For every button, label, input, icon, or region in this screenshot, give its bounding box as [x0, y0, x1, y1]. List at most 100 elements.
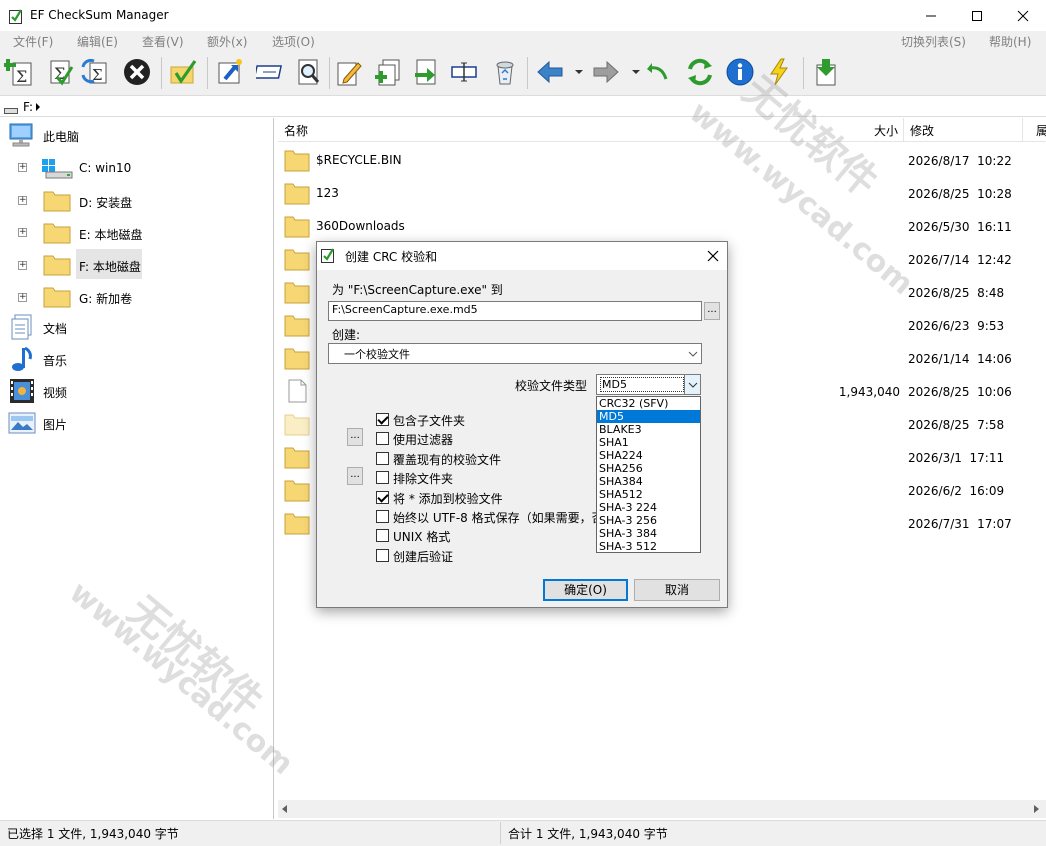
verify-checksum-button[interactable]: Σ [44, 56, 76, 88]
tree-item-music[interactable]: 音乐 [43, 352, 67, 369]
download-button[interactable] [810, 56, 842, 88]
file-name[interactable]: $RECYCLE.BIN [316, 153, 402, 167]
create-mode-select[interactable]: 一个校验文件 [328, 343, 702, 364]
hash-type-option[interactable]: SHA256 [597, 462, 700, 475]
menu-toggle-list[interactable]: 切换列表(S) [901, 33, 966, 50]
forward-dropdown-icon[interactable] [632, 70, 640, 74]
back-dropdown-icon[interactable] [575, 70, 583, 74]
option-label[interactable]: 排除文件夹 [393, 470, 453, 487]
tree-item-pictures[interactable]: 图片 [43, 416, 67, 433]
quick-check-button[interactable] [763, 56, 795, 88]
open-button[interactable] [214, 56, 246, 88]
hash-type-option[interactable]: MD5 [597, 410, 700, 423]
tree-expander[interactable]: + [18, 228, 27, 237]
option-checkbox[interactable] [376, 510, 389, 523]
back-button[interactable] [534, 56, 566, 88]
option-checkbox[interactable] [376, 549, 389, 562]
check-all-button[interactable] [167, 56, 199, 88]
menu-help[interactable]: 帮助(H) [989, 33, 1031, 50]
option-checkbox[interactable] [376, 491, 389, 504]
delete-button[interactable] [489, 56, 521, 88]
menu-view[interactable]: 查看(V) [142, 33, 184, 50]
hash-type-dropdown-button[interactable] [684, 375, 700, 394]
dialog-close-button[interactable] [704, 247, 722, 265]
hash-type-option[interactable]: CRC32 (SFV) [597, 397, 700, 410]
find-button[interactable] [292, 56, 324, 88]
edit-button[interactable] [333, 56, 365, 88]
tree-item-drive-g[interactable]: G: 新加卷 [79, 290, 132, 307]
option-label[interactable]: 覆盖现有的校验文件 [393, 451, 501, 468]
file-name[interactable]: 360Downloads [316, 219, 405, 233]
move-button[interactable] [410, 56, 442, 88]
tree-item-documents[interactable]: 文档 [43, 320, 67, 337]
close-window-button[interactable] [1000, 0, 1046, 31]
option-label[interactable]: 创建后验证 [393, 548, 453, 565]
browse-target-button[interactable]: ... [704, 302, 720, 320]
info-button[interactable] [724, 56, 756, 88]
tree-item-drive-d[interactable]: D: 安装盘 [79, 194, 132, 211]
add-file-button[interactable] [372, 56, 404, 88]
horizontal-scrollbar[interactable] [278, 800, 1046, 818]
properties-button[interactable] [448, 56, 480, 88]
option-label[interactable]: 包含子文件夹 [393, 412, 465, 429]
address-path[interactable]: F: [23, 100, 33, 114]
rename-button[interactable] [255, 56, 287, 88]
hash-type-option[interactable]: SHA224 [597, 449, 700, 462]
create-mode-dropdown-button[interactable] [684, 344, 701, 363]
hash-type-option[interactable]: SHA-3 512 [597, 540, 700, 553]
option-checkbox[interactable] [376, 471, 389, 484]
ok-button[interactable]: 确定(O) [543, 579, 628, 601]
option-checkbox[interactable] [376, 452, 389, 465]
column-header-size[interactable]: 大小 [874, 122, 898, 139]
stop-button[interactable] [121, 56, 153, 88]
hash-type-option[interactable]: SHA-3 256 [597, 514, 700, 527]
cancel-button[interactable]: 取消 [634, 579, 720, 601]
option-label[interactable]: 将 * 添加到校验文件 [393, 490, 503, 507]
menu-options[interactable]: 选项(O) [272, 33, 315, 50]
tree-item-this-pc[interactable]: 此电脑 [43, 128, 79, 145]
create-checksum-button[interactable]: Σ [3, 56, 35, 88]
menu-file[interactable]: 文件(F) [13, 33, 53, 50]
tree-item-videos[interactable]: 视频 [43, 384, 67, 401]
option-checkbox[interactable] [376, 432, 389, 445]
tree-item-drive-c[interactable]: C: win10 [79, 161, 131, 175]
column-divider[interactable] [903, 118, 904, 142]
hash-type-option[interactable]: SHA-3 224 [597, 501, 700, 514]
hash-type-option[interactable]: BLAKE3 [597, 423, 700, 436]
option-label[interactable]: 始终以 UTF-8 格式保存（如果需要，否 [393, 509, 596, 526]
up-button[interactable] [643, 56, 675, 88]
column-divider[interactable] [1022, 118, 1023, 142]
tree-item-drive-f[interactable]: F: 本地磁盘 [79, 258, 141, 275]
scroll-left-icon[interactable] [282, 805, 287, 813]
option-checkbox[interactable] [376, 529, 389, 542]
menu-extra[interactable]: 额外(x) [207, 33, 247, 50]
tree-item-drive-e[interactable]: E: 本地磁盘 [79, 226, 142, 243]
tree-expander[interactable]: + [18, 163, 27, 172]
filter-settings-button[interactable]: ... [347, 428, 363, 446]
option-checkbox[interactable] [376, 413, 389, 426]
app-icon [9, 8, 23, 24]
update-checksum-button[interactable]: Σ [79, 56, 111, 88]
hash-type-option[interactable]: SHA384 [597, 475, 700, 488]
column-header-name[interactable]: 名称 [284, 122, 308, 139]
option-label[interactable]: UNIX 格式 [393, 528, 450, 545]
tree-expander[interactable]: + [18, 261, 27, 270]
tree-expander[interactable]: + [18, 293, 27, 302]
scroll-right-icon[interactable] [1034, 805, 1039, 813]
maximize-button[interactable] [954, 0, 1000, 31]
menu-edit[interactable]: 编辑(E) [77, 33, 118, 50]
hash-type-option[interactable]: SHA512 [597, 488, 700, 501]
refresh-button[interactable] [684, 56, 716, 88]
file-name[interactable]: 123 [316, 186, 339, 200]
exclude-folders-button[interactable]: ... [347, 467, 363, 485]
minimize-button[interactable] [908, 0, 954, 31]
address-chevron-icon[interactable] [36, 103, 40, 111]
target-path-field[interactable]: F:\ScreenCapture.exe.md5 [328, 301, 702, 321]
forward-button[interactable] [590, 56, 622, 88]
option-label[interactable]: 使用过滤器 [393, 431, 453, 448]
tree-expander[interactable]: + [18, 196, 27, 205]
column-header-attributes[interactable]: 属 [1036, 122, 1046, 139]
hash-type-option[interactable]: SHA-3 384 [597, 527, 700, 540]
column-header-modified[interactable]: 修改 [910, 122, 934, 139]
hash-type-option[interactable]: SHA1 [597, 436, 700, 449]
